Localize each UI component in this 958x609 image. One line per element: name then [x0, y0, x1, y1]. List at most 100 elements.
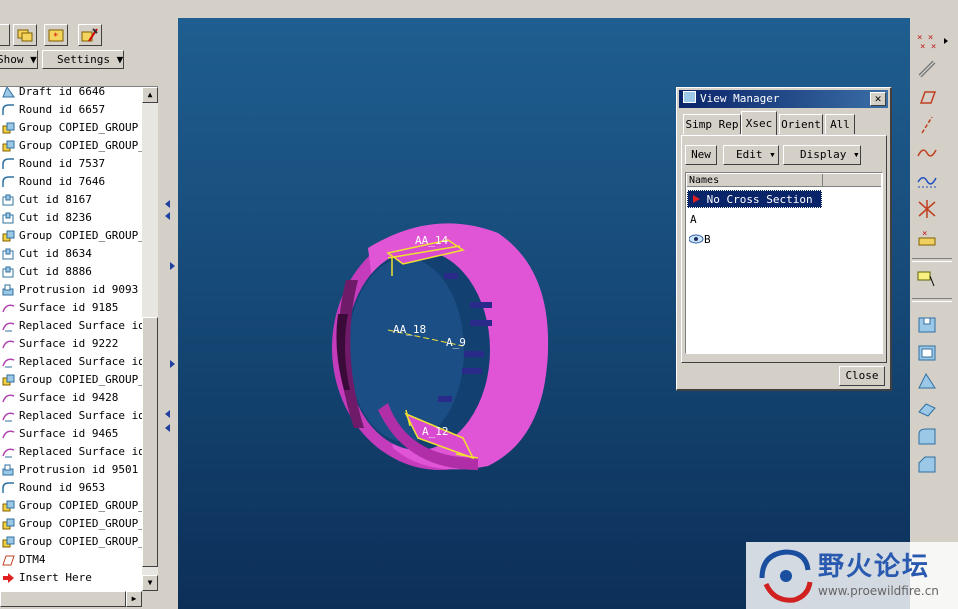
collapse-arrow-icon[interactable] [165, 200, 170, 208]
tree-item[interactable]: Protrusion id 9093 [0, 281, 142, 299]
expand-arrow-icon[interactable] [170, 360, 175, 368]
datum-label-a9[interactable]: A_9 [446, 336, 466, 349]
tree-item[interactable]: Round id 9653 [0, 479, 142, 497]
tree-vertical-scrollbar[interactable]: ▲ ▼ [142, 87, 158, 591]
tree-item[interactable]: Surface id 9222 [0, 335, 142, 353]
round-tool-icon[interactable] [916, 426, 938, 448]
tree-item[interactable]: Draft id 6646 [0, 87, 142, 101]
replaced-surface-icon [2, 446, 15, 458]
collapse-arrow-icon[interactable] [165, 212, 170, 220]
edit-menu-button[interactable]: Edit ▾ [723, 145, 779, 165]
datum-label-aa14[interactable]: AA_14 [415, 234, 448, 247]
flyout-arrow-icon[interactable] [944, 38, 948, 44]
coordinate-system-icon[interactable] [916, 198, 938, 220]
scroll-up-button[interactable]: ▲ [142, 87, 158, 103]
tree-item[interactable]: Cut id 8634 [0, 245, 142, 263]
tree-horizontal-scrollbar[interactable]: ▶ [0, 591, 142, 607]
scroll-thumb[interactable] [142, 317, 158, 567]
datum-axis-icon[interactable] [916, 114, 938, 136]
tree-item-label: Surface id 9428 [19, 391, 119, 404]
tree-item[interactable]: Group COPIED_GROUP [0, 119, 142, 137]
collapse-arrow-icon[interactable] [165, 424, 170, 432]
list-item-a[interactable]: A [690, 211, 697, 229]
chain-icon[interactable] [916, 58, 938, 80]
svg-text:*: * [53, 32, 58, 42]
connections-tab[interactable] [78, 24, 102, 46]
tab-simp-rep[interactable]: Simp Rep [683, 114, 741, 134]
tab-all[interactable]: All [825, 114, 855, 134]
folder-browser-tab[interactable] [13, 24, 37, 46]
tree-item[interactable]: Cut id 8886 [0, 263, 142, 281]
tree-item[interactable]: Group COPIED_GROUP_2 [0, 227, 142, 245]
tree-item[interactable]: Replaced Surface id 9 [0, 443, 142, 461]
datum-label-a12[interactable]: A_12 [422, 425, 449, 438]
rib-icon[interactable] [916, 398, 938, 420]
tab-orient[interactable]: Orient [779, 114, 823, 134]
draft-icon[interactable] [916, 370, 938, 392]
new-button[interactable]: New [685, 145, 717, 165]
tree-item[interactable]: Group COPIED_GROUP_5 [0, 371, 142, 389]
tree-item[interactable]: Group COPIED_GROUP_4 [0, 533, 142, 551]
horizontal-scroll-thumb[interactable] [0, 591, 126, 607]
tree-item[interactable]: Surface id 9428 [0, 389, 142, 407]
replaced-surface-icon [2, 320, 15, 332]
tree-item[interactable]: Replaced Surface id 9 [0, 353, 142, 371]
scroll-down-button[interactable]: ▼ [142, 575, 158, 591]
forum-url: www.proewildfire.cn [818, 584, 939, 598]
scroll-right-button[interactable]: ▶ [126, 591, 142, 607]
tree-item[interactable]: Round id 7646 [0, 173, 142, 191]
extrude-icon[interactable] [916, 314, 938, 336]
favorites-folder-icon: * [48, 29, 64, 42]
datum-curve-icon[interactable] [916, 142, 938, 164]
shell-icon[interactable] [916, 342, 938, 364]
show-menu[interactable]: Show ▼ [0, 50, 38, 69]
tree-item-label: Group COPIED_GROUP_5 [19, 373, 142, 386]
datum-toolbar: × × × × × [910, 18, 958, 609]
datum-plane-icon[interactable] [916, 86, 938, 108]
favorites-tab[interactable]: * [44, 24, 68, 46]
close-icon[interactable]: ✕ [870, 92, 886, 106]
close-button[interactable]: Close [839, 366, 885, 386]
tab-xsec[interactable]: Xsec [741, 111, 777, 135]
annotation-icon[interactable] [916, 268, 938, 290]
tree-item[interactable]: Surface id 9465 [0, 425, 142, 443]
group-icon [2, 230, 15, 242]
display-menu-button[interactable]: Display ▾ [783, 145, 861, 165]
analysis-icon[interactable]: × [916, 226, 938, 248]
tree-item[interactable]: Group COPIED_GROUP_6 [0, 497, 142, 515]
expand-arrow-icon[interactable] [170, 262, 175, 270]
tree-item[interactable]: Group COPIED_GROUP_7 [0, 515, 142, 533]
tree-item-label: Protrusion id 9093 [19, 283, 139, 296]
collapse-arrow-icon[interactable] [165, 410, 170, 418]
tree-item[interactable]: Cut id 8236 [0, 209, 142, 227]
forum-watermark: 野火论坛 www.proewildfire.cn [746, 542, 958, 609]
names-column-header[interactable]: Names [687, 174, 823, 187]
tree-item-label: Group COPIED_GROUP_7 [19, 517, 142, 530]
xsec-list[interactable]: Names No Cross Section A B [685, 172, 883, 354]
sketch-curve-icon[interactable] [916, 170, 938, 192]
tree-column-header [0, 72, 158, 87]
toolbar-divider [912, 298, 952, 302]
view-manager-title-bar[interactable]: View Manager ✕ [679, 90, 888, 108]
model-tree[interactable]: Draft id 6646 Round id 6657 Group COPIED_G… [0, 87, 142, 591]
list-item-b[interactable]: B [688, 231, 711, 249]
tree-item[interactable]: Round id 6657 [0, 101, 142, 119]
tree-item[interactable]: Replaced Surface id 9 [0, 317, 142, 335]
column-header[interactable] [823, 174, 881, 187]
tree-item[interactable]: Surface id 9185 [0, 299, 142, 317]
datum-label-aa18[interactable]: AA_18 [393, 323, 426, 336]
tree-item[interactable]: Replaced Surface id 9 [0, 407, 142, 425]
tree-item[interactable]: Round id 7537 [0, 155, 142, 173]
panel-splitter[interactable] [162, 0, 178, 609]
datum-point-icon[interactable]: × ×× × [916, 30, 938, 52]
tree-item[interactable]: Protrusion id 9501 [0, 461, 142, 479]
tree-item[interactable]: Insert Here [0, 569, 142, 587]
chamfer-icon[interactable] [916, 454, 938, 476]
tree-item[interactable]: DTM4 [0, 551, 142, 569]
tree-item[interactable]: Cut id 8167 [0, 191, 142, 209]
tree-item[interactable]: Group COPIED_GROUP_1 [0, 137, 142, 155]
model-tree-tab[interactable] [0, 24, 10, 46]
settings-menu[interactable]: Settings ▼ [42, 50, 124, 69]
tree-item-label: Replaced Surface id 9 [19, 409, 142, 422]
list-item-no-cross-section[interactable]: No Cross Section [687, 190, 822, 208]
